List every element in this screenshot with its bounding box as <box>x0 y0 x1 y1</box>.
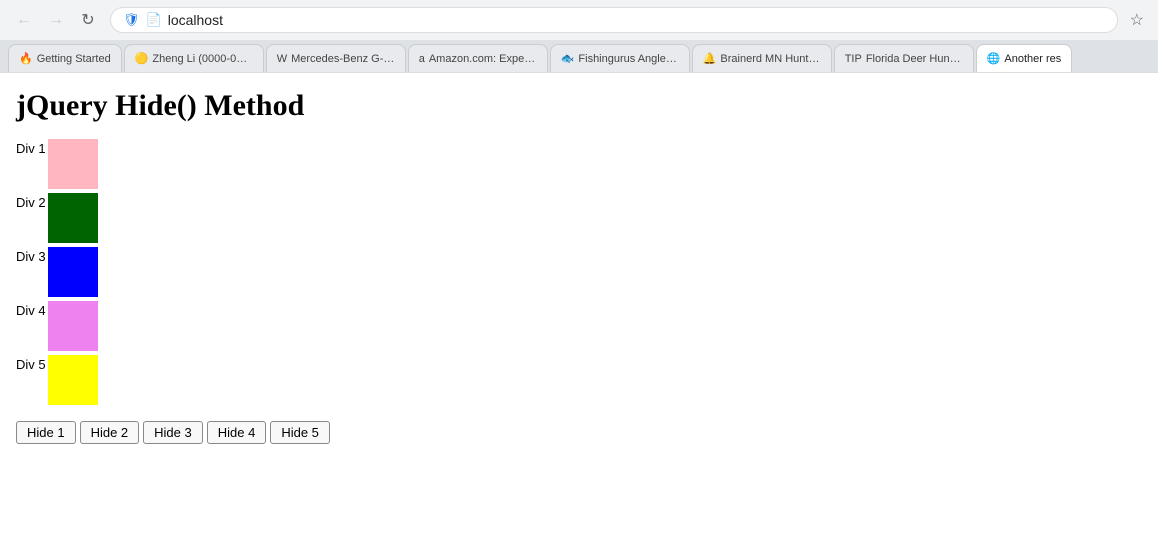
tab-label: Mercedes-Benz G-Clas... <box>291 53 395 65</box>
browser-tab-tab-getting-started[interactable]: 🔥 Getting Started <box>8 44 122 72</box>
browser-tab-tab-brainerd[interactable]: 🔔Brainerd MN Hunting ... <box>692 44 832 72</box>
div-label-div2: Div 2 <box>16 193 48 210</box>
hide-button-5[interactable]: Hide 5 <box>270 421 330 444</box>
forward-button[interactable]: → <box>42 6 70 34</box>
browser-tab-tab-mercedes[interactable]: W Mercedes-Benz G-Clas... <box>266 44 406 72</box>
tab-label: Florida Deer Hunting S... <box>866 53 963 65</box>
bookmark-button[interactable]: ☆ <box>1126 6 1148 34</box>
browser-tab-tab-another[interactable]: 🌐Another res <box>976 44 1073 72</box>
div-item-div1: Div 1 <box>16 139 1142 189</box>
reload-button[interactable]: ↻ <box>74 6 102 34</box>
browser-tab-tab-amazon[interactable]: a Amazon.com: ExpertP... <box>408 44 548 72</box>
tab-favicon: W <box>277 53 287 65</box>
div-label-div5: Div 5 <box>16 355 48 372</box>
div-item-div2: Div 2 <box>16 193 1142 243</box>
div-label-div4: Div 4 <box>16 301 48 318</box>
page-icon: 📄 <box>146 12 162 28</box>
color-box-div1 <box>48 139 98 189</box>
tab-label: Getting Started <box>37 53 111 65</box>
tab-label: Another res <box>1004 53 1061 65</box>
div-item-div5: Div 5 <box>16 355 1142 405</box>
tabs-bar: 🔥 Getting Started 🟡Zheng Li (0000-0002-3..… <box>0 40 1158 72</box>
hide-button-1[interactable]: Hide 1 <box>16 421 76 444</box>
color-box-div4 <box>48 301 98 351</box>
div-item-div3: Div 3 <box>16 247 1142 297</box>
back-button[interactable]: ← <box>10 6 38 34</box>
color-box-div2 <box>48 193 98 243</box>
tab-label: Fishingurus Angler's I... <box>578 53 678 65</box>
tab-label: Zheng Li (0000-0002-3... <box>152 53 252 65</box>
div-label-div3: Div 3 <box>16 247 48 264</box>
page-title: jQuery Hide() Method <box>16 89 1142 123</box>
tab-favicon: a <box>419 53 425 65</box>
buttons-row: Hide 1Hide 2Hide 3Hide 4Hide 5 <box>16 421 1142 444</box>
page-content: jQuery Hide() Method Div 1 Div 2 Div 3 D… <box>0 73 1158 460</box>
browser-tab-tab-fishingurus[interactable]: 🐟Fishingurus Angler's I... <box>550 44 690 72</box>
div-label-div1: Div 1 <box>16 139 48 156</box>
tab-favicon: 🐟 <box>561 52 575 65</box>
tab-favicon: 🔔 <box>703 52 717 65</box>
address-text: localhost <box>168 12 1105 28</box>
browser-tab-tab-florida[interactable]: TIP Florida Deer Hunting S... <box>834 44 974 72</box>
tab-label: Amazon.com: ExpertP... <box>429 53 537 65</box>
tab-favicon: TIP <box>845 53 862 65</box>
shield-icon: 🛡 <box>123 12 140 28</box>
color-box-div3 <box>48 247 98 297</box>
div-item-div4: Div 4 <box>16 301 1142 351</box>
browser-tab-tab-zheng-li[interactable]: 🟡Zheng Li (0000-0002-3... <box>124 44 264 72</box>
tab-label: Brainerd MN Hunting ... <box>720 53 820 65</box>
divs-container: Div 1 Div 2 Div 3 Div 4 Div 5 <box>16 139 1142 409</box>
browser-chrome: ← → ↻ 🛡 📄 localhost ☆ 🔥 Getting Started 🟡Z… <box>0 0 1158 73</box>
tab-favicon: 🟡 <box>135 52 149 65</box>
browser-toolbar: ← → ↻ 🛡 📄 localhost ☆ <box>0 0 1158 40</box>
nav-buttons: ← → ↻ <box>10 6 102 34</box>
hide-button-3[interactable]: Hide 3 <box>143 421 203 444</box>
tab-favicon: 🔥 <box>19 52 33 65</box>
color-box-div5 <box>48 355 98 405</box>
tab-favicon: 🌐 <box>987 52 1001 65</box>
hide-button-4[interactable]: Hide 4 <box>207 421 267 444</box>
address-bar-container[interactable]: 🛡 📄 localhost <box>110 7 1118 33</box>
hide-button-2[interactable]: Hide 2 <box>80 421 140 444</box>
